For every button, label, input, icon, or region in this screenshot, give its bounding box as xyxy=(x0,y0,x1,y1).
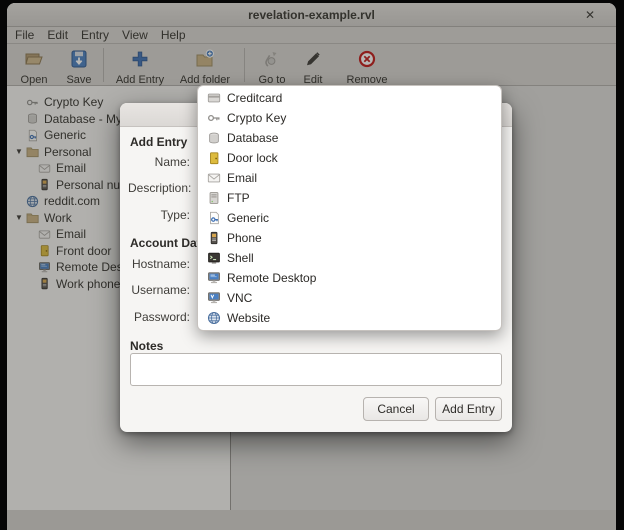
screen: revelation-example.rvl ✕ FileEditEntryVi… xyxy=(0,0,624,530)
notes-label: Notes xyxy=(130,338,163,354)
remote-desktop-icon xyxy=(207,271,227,285)
type-option-website[interactable]: Website xyxy=(199,308,499,328)
type-option-shell[interactable]: Shell xyxy=(199,248,499,268)
type-option-label: Website xyxy=(227,311,270,325)
type-option-label: Creditcard xyxy=(227,91,282,105)
type-dropdown-menu: Creditcard Crypto Key Database Door lock Ema… xyxy=(197,85,502,331)
email-icon xyxy=(207,171,227,185)
website-icon xyxy=(207,311,227,325)
type-option-phone[interactable]: Phone xyxy=(199,228,499,248)
type-option-label: Generic xyxy=(227,211,269,225)
description-label: Description: xyxy=(128,180,190,196)
type-option-label: VNC xyxy=(227,291,252,305)
type-option-label: Shell xyxy=(227,251,254,265)
type-option-label: FTP xyxy=(227,191,250,205)
type-option-label: Database xyxy=(227,131,278,145)
database-icon xyxy=(207,131,227,145)
type-option-label: Remote Desktop xyxy=(227,271,316,285)
type-option-label: Door lock xyxy=(227,151,278,165)
hostname-label: Hostname: xyxy=(128,256,190,272)
type-option-label: Phone xyxy=(227,231,262,245)
type-label: Type: xyxy=(128,207,190,223)
cancel-button[interactable]: Cancel xyxy=(363,397,429,421)
ftp-icon xyxy=(207,191,227,205)
add-entry-button[interactable]: Add Entry xyxy=(435,397,502,421)
type-option-remote-desktop[interactable]: Remote Desktop xyxy=(199,268,499,288)
notes-input[interactable] xyxy=(130,353,502,386)
type-option-generic[interactable]: Generic xyxy=(199,208,499,228)
type-option-creditcard[interactable]: Creditcard xyxy=(199,88,499,108)
crypto-key-icon xyxy=(207,111,227,125)
shell-icon xyxy=(207,251,227,265)
type-option-label: Crypto Key xyxy=(227,111,286,125)
type-option-email[interactable]: Email xyxy=(199,168,499,188)
phone-icon xyxy=(207,231,227,245)
section-account-data: Account Data xyxy=(130,235,207,251)
type-option-door-lock[interactable]: Door lock xyxy=(199,148,499,168)
type-option-ftp[interactable]: FTP xyxy=(199,188,499,208)
door-lock-icon xyxy=(207,151,227,165)
creditcard-icon xyxy=(207,91,227,105)
name-label: Name: xyxy=(128,154,190,170)
type-option-database[interactable]: Database xyxy=(199,128,499,148)
vnc-icon xyxy=(207,291,227,305)
section-add-entry: Add Entry xyxy=(130,134,187,150)
type-option-label: Email xyxy=(227,171,257,185)
generic-icon xyxy=(207,211,227,225)
password-label: Password: xyxy=(128,309,190,325)
type-option-crypto-key[interactable]: Crypto Key xyxy=(199,108,499,128)
type-option-vnc[interactable]: VNC xyxy=(199,288,499,308)
username-label: Username: xyxy=(128,282,190,298)
